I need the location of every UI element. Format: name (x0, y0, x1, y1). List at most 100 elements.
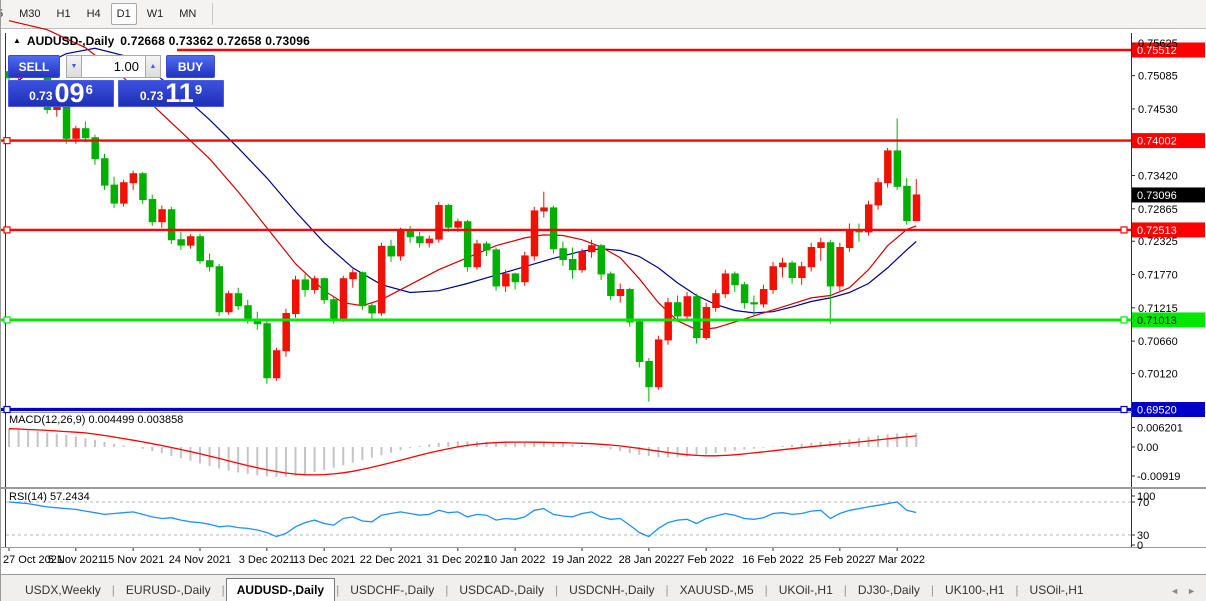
candle (865, 204, 873, 233)
candle (702, 307, 711, 339)
candle (549, 207, 558, 250)
price-tick-label: 0.75625 (1138, 38, 1178, 50)
time-tick-label: 5 Nov 2021 (48, 554, 104, 566)
tab-eurusd-daily[interactable]: EURUSD-,Daily (116, 580, 221, 601)
mt4-window: 5M30H1H4D1W1MN 0.755120.740020.725130.71… (0, 0, 1206, 601)
candle (693, 296, 701, 339)
candle (330, 299, 338, 320)
collapse-icon[interactable]: ▲ (13, 37, 21, 45)
sell-price-button[interactable]: 0.73 09 6 (8, 80, 114, 107)
price-line-marker (1120, 405, 1128, 414)
rsi-line (8, 501, 917, 538)
tab-audusd-daily[interactable]: AUDUSD-,Daily (225, 578, 336, 601)
tab-usdchf-daily[interactable]: USDCHF-,Daily (340, 580, 444, 601)
macd-tick-label: -0.00919 (1137, 471, 1180, 483)
sell-price-big: 09 (54, 78, 85, 108)
time-tick-label: 10 Jan 2022 (485, 554, 546, 566)
tab-usdx-weekly[interactable]: USDX,Weekly (15, 580, 111, 601)
candle (454, 221, 462, 228)
time-tick-label: 25 Feb 2022 (809, 554, 871, 566)
price-line-badge-label: 0.72513 (1137, 225, 1177, 237)
tab-usdcad-daily[interactable]: USDCAD-,Daily (449, 580, 554, 601)
candle (807, 247, 816, 268)
time-tick-label: 31 Dec 2021 (427, 554, 489, 566)
candle (874, 182, 883, 206)
price-line-badge-label: 0.74002 (1137, 136, 1177, 148)
sell-price-sup: 6 (85, 82, 93, 97)
tab-nav: ◄ ► (1170, 586, 1206, 601)
candle (731, 273, 739, 286)
chart-region[interactable]: 0.75512 0.74002 0.72513 0.71013 0.69520 0.756… (1, 20, 1206, 575)
tab-usdcnh-daily[interactable]: USDCNH-,Daily (559, 580, 664, 601)
buy-price-prefix: 0.73 (139, 89, 164, 103)
buy-price-big: 11 (165, 78, 194, 108)
candle (788, 262, 797, 279)
tab-scroll-left-icon[interactable]: ◄ (1170, 586, 1179, 596)
trade-controls-row: SELL ▼ 1.00 ▲ BUY (8, 55, 225, 78)
candle (206, 260, 214, 268)
tab-xauusd-m5[interactable]: XAUUSD-,M5 (670, 580, 764, 601)
price-tick-label: 0.70660 (1138, 336, 1178, 348)
candle (387, 245, 395, 257)
tab-dj30-daily[interactable]: DJ30-,Daily (848, 580, 930, 601)
candle (721, 273, 730, 295)
candle (311, 278, 319, 291)
candle (358, 272, 367, 307)
candle (759, 289, 768, 305)
time-tick-label: 16 Feb 2022 (742, 554, 804, 566)
candle (81, 128, 90, 139)
candle (884, 150, 892, 184)
candle (903, 185, 911, 222)
candle (196, 236, 204, 262)
rsi-tick-label: 0 (1137, 540, 1143, 552)
candle (798, 266, 806, 279)
tab-scroll-right-icon[interactable]: ► (1187, 586, 1196, 596)
price-tick-label: 0.71770 (1138, 270, 1178, 282)
volume-decrease-icon[interactable]: ▼ (66, 55, 82, 78)
tab-uk100-h1[interactable]: UK100-,H1 (935, 580, 1014, 601)
candle (139, 173, 147, 201)
candle (406, 230, 415, 238)
candle (263, 323, 271, 379)
volume-input[interactable]: 1.00 (82, 55, 145, 78)
candle (826, 242, 835, 287)
rsi-label: RSI(14) 57.2434 (9, 491, 90, 503)
candle (158, 209, 166, 223)
tab-usoil-h1[interactable]: USOil-,H1 (1020, 580, 1094, 601)
time-tick-label: 24 Nov 2021 (169, 554, 231, 566)
volume-increase-icon[interactable]: ▲ (145, 55, 161, 78)
candle (521, 255, 529, 283)
candle (234, 293, 243, 307)
candle (339, 278, 348, 320)
candle (435, 205, 443, 240)
candle (616, 289, 625, 297)
macd-signal-line (8, 428, 917, 476)
price-line-marker (3, 405, 11, 414)
candle (588, 245, 596, 253)
candle (349, 272, 357, 280)
macd-values: 0.004499 0.003858 (88, 414, 184, 426)
price-line-marker (3, 226, 11, 234)
candle (186, 236, 195, 246)
candle (654, 339, 663, 388)
chart-tabs: USDX,Weekly | EURUSD-,Daily | AUDUSD-,Daily |… (1, 575, 1170, 601)
price-tick-label: 0.73420 (1138, 171, 1178, 183)
chart-title: ▲ AUDUSD-,Daily 0.72668 0.73362 0.72658 … (13, 34, 310, 48)
sell-button[interactable]: SELL (8, 55, 60, 78)
candle (674, 302, 682, 317)
symbol-label: AUDUSD-,Daily (26, 34, 115, 48)
candle (893, 150, 902, 187)
tab-ukoil-h1[interactable]: UKOil-,H1 (769, 580, 843, 601)
macd-label: MACD(12,26,9) 0.004499 0.003858 (9, 414, 183, 426)
candle (769, 266, 777, 291)
price-tick-label: 0.70120 (1138, 369, 1178, 381)
one-click-trading-panel: SELL ▼ 1.00 ▲ BUY 0.73 09 6 0.73 11 9 (8, 55, 225, 107)
candle (502, 273, 510, 287)
time-tick-label: 7 Mar 2022 (869, 554, 925, 566)
macd-tick-label: 0.006201 (1137, 422, 1183, 434)
candle (397, 230, 405, 257)
buy-price-button[interactable]: 0.73 11 9 (118, 80, 224, 107)
sell-price-prefix: 0.73 (29, 89, 53, 103)
buy-button[interactable]: BUY (166, 55, 215, 78)
price-line-marker (3, 316, 11, 324)
